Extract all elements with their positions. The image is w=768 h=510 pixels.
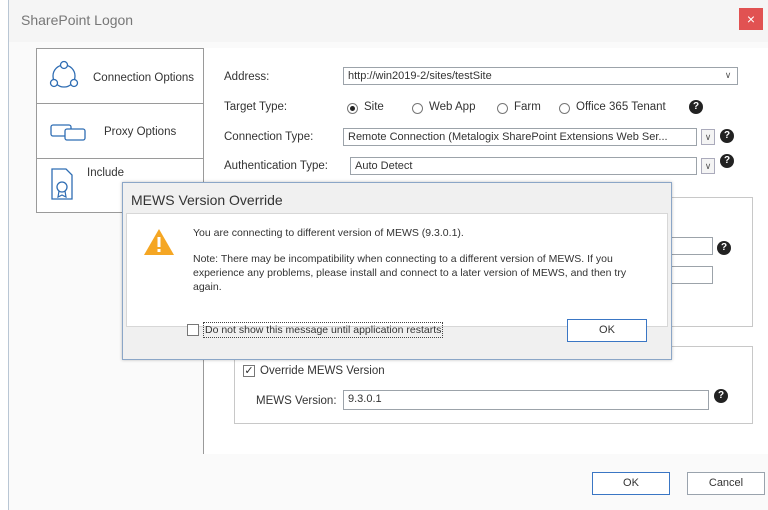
close-button[interactable]: ×: [739, 8, 763, 30]
dialog-body: You are connecting to different version …: [126, 213, 668, 327]
dialog-title: MEWS Version Override: [131, 192, 283, 208]
target-webapp-radio[interactable]: [412, 103, 423, 114]
connection-type-help-icon[interactable]: ?: [720, 129, 734, 143]
connection-nodes-icon: [49, 60, 79, 88]
connection-type-value: Remote Connection (Metalogix SharePoint …: [348, 131, 668, 143]
mews-version-label: MEWS Version:: [256, 395, 337, 407]
dialog-note: Note: There may be incompatibility when …: [193, 253, 627, 293]
tab-include-label: Include: [87, 167, 125, 179]
credentials-help-icon[interactable]: ?: [717, 241, 731, 255]
mews-version-help-icon[interactable]: ?: [714, 389, 728, 403]
warning-icon: [144, 229, 174, 255]
dialog-ok-button[interactable]: OK: [567, 319, 647, 342]
auth-type-label: Authentication Type:: [224, 160, 328, 172]
target-o365-label: Office 365 Tenant: [576, 101, 666, 113]
target-o365-radio[interactable]: [559, 103, 570, 114]
address-dropdown-icon[interactable]: ∨: [721, 68, 735, 84]
target-farm-label: Farm: [514, 101, 541, 113]
do-not-show-label[interactable]: Do not show this message until applicati…: [203, 322, 444, 338]
auth-type-combobox[interactable]: Auto Detect: [350, 157, 697, 175]
proxy-links-icon: [50, 124, 86, 141]
tab-proxy-options-label: Proxy Options: [104, 126, 177, 138]
connection-type-dropdown-icon[interactable]: ∨: [701, 129, 715, 145]
address-label: Address:: [224, 71, 270, 83]
target-site-radio[interactable]: [347, 103, 358, 114]
cancel-button[interactable]: Cancel: [687, 472, 765, 495]
connection-type-combobox[interactable]: Remote Connection (Metalogix SharePoint …: [343, 128, 697, 146]
dialog-message: You are connecting to different version …: [193, 227, 464, 239]
mews-version-override-dialog: MEWS Version Override You are connecting…: [122, 182, 672, 360]
target-farm-radio[interactable]: [497, 103, 508, 114]
target-site-label: Site: [364, 101, 384, 113]
ok-button[interactable]: OK: [592, 472, 670, 495]
auth-type-help-icon[interactable]: ?: [720, 154, 734, 168]
tab-connection-options[interactable]: Connection Options: [36, 48, 205, 105]
auth-type-dropdown-icon[interactable]: ∨: [701, 158, 715, 174]
address-value: http://win2019-2/sites/testSite: [348, 70, 492, 82]
override-mews-checkbox[interactable]: ✓: [243, 365, 255, 377]
tab-proxy-options[interactable]: Proxy Options: [36, 103, 206, 160]
certificate-icon: [51, 168, 73, 200]
title-bar: SharePoint Logon ×: [9, 0, 768, 42]
mews-version-value: 9.3.0.1: [348, 393, 382, 405]
do-not-show-checkbox[interactable]: [187, 324, 199, 336]
target-webapp-label: Web App: [429, 101, 476, 113]
address-combobox[interactable]: http://win2019-2/sites/testSite: [343, 67, 738, 85]
override-mews-label: Override MEWS Version: [260, 365, 385, 377]
window-title: SharePoint Logon: [21, 12, 134, 28]
connection-type-label: Connection Type:: [224, 131, 314, 143]
mews-version-field[interactable]: 9.3.0.1: [343, 390, 709, 410]
auth-type-value: Auto Detect: [355, 160, 413, 172]
tab-connection-options-label: Connection Options: [93, 72, 195, 84]
target-type-label: Target Type:: [224, 101, 288, 113]
target-type-help-icon[interactable]: ?: [689, 100, 703, 114]
